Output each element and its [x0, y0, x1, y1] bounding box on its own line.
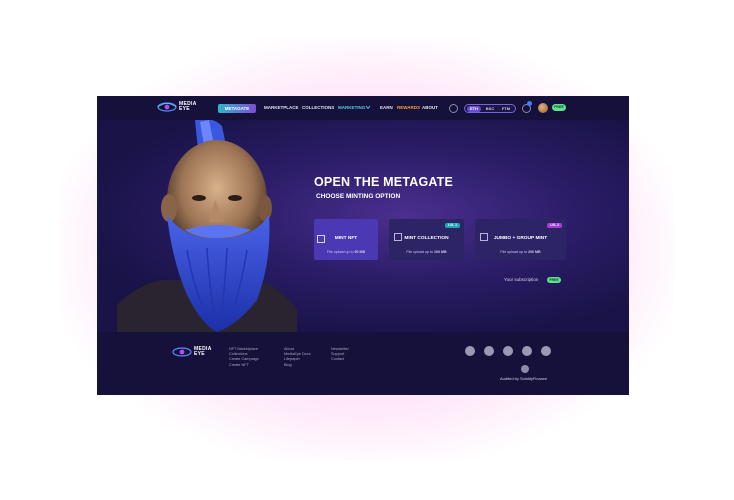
card-subtitle-value: 50 MB: [354, 250, 366, 254]
footer: MEDIA EYE NFT Marketplace Collections Cr…: [97, 332, 629, 395]
eye-logo-icon: [157, 102, 177, 112]
nav-marketing[interactable]: MARKETING: [338, 105, 365, 110]
footer-link[interactable]: Create Campaign: [229, 357, 259, 362]
level-badge: LVL 2: [547, 223, 562, 228]
page-subtitle: CHOOSE MINTING OPTION: [316, 193, 401, 200]
nav-rewards[interactable]: REWARDS: [397, 105, 420, 110]
footer-links-col-3: Newsletter Support Contact: [331, 347, 349, 363]
logo-text: MEDIA EYE: [179, 102, 197, 112]
eye-logo-icon: [172, 347, 192, 357]
logo-text-line-2: EYE: [194, 351, 205, 357]
top-navbar: MEDIA EYE METAGATE MARKETPLACE COLLECTIO…: [97, 96, 629, 120]
solidity-finance-icon: [521, 365, 529, 373]
nav-about[interactable]: ABOUT: [422, 105, 438, 110]
card-subtitle-prefix: File upload up to: [500, 250, 528, 254]
card-title: MINT NFT: [334, 236, 358, 241]
footer-link[interactable]: Contact: [331, 357, 349, 362]
chain-switcher: ETH BSC FTM: [464, 104, 516, 113]
card-subtitle-value: 200 MB: [527, 250, 541, 254]
nav-earn[interactable]: EARN: [380, 105, 393, 110]
subscription-badge: FREE: [547, 277, 561, 283]
footer-link[interactable]: Blog: [284, 363, 311, 368]
audited-by-text[interactable]: Audited by SolidityFinance: [500, 376, 547, 381]
subscription-label: Your subscription: [504, 277, 539, 282]
card-title: JUMBO + GROUP MINT: [493, 236, 548, 241]
chain-bsc[interactable]: BSC: [483, 106, 497, 112]
level-badge: LVL 1: [445, 223, 460, 228]
avatar[interactable]: [538, 103, 548, 113]
nav-collections[interactable]: COLLECTIONS: [302, 105, 334, 110]
card-title: MINT COLLECTION: [404, 236, 449, 241]
card-subtitle-value: 100 MB: [433, 250, 447, 254]
search-icon[interactable]: [449, 104, 458, 113]
twitter-icon[interactable]: [484, 346, 494, 356]
footer-logo[interactable]: MEDIA EYE: [172, 347, 212, 357]
footer-links-col-2: About MediaEye Docs Litepaper Blog: [284, 347, 311, 368]
logo-text: MEDIA EYE: [194, 347, 212, 357]
card-subtitle-prefix: File upload up to: [406, 250, 434, 254]
instagram-icon[interactable]: [522, 346, 532, 356]
logo[interactable]: MEDIA EYE: [157, 102, 197, 112]
chain-ftm[interactable]: FTM: [499, 106, 513, 112]
card-subtitle: File upload up to 50 MB: [314, 250, 378, 254]
notification-dot: [527, 101, 532, 106]
card-subtitle: File upload up to 100 MB: [389, 250, 464, 254]
mint-collection-card[interactable]: LVL 1 MINT COLLECTION File upload up to …: [389, 219, 464, 260]
plan-badge: FREE: [552, 104, 566, 111]
chain-eth[interactable]: ETH: [467, 106, 481, 112]
footer-links-col-1: NFT Marketplace Collections Create Campa…: [229, 347, 259, 368]
mint-nft-card[interactable]: MINT NFT File upload up to 50 MB: [314, 219, 378, 260]
jumbo-group-mint-card[interactable]: LVL 2 JUMBO + GROUP MINT File upload up …: [475, 219, 566, 260]
telegram-icon[interactable]: [465, 346, 475, 356]
page-title: OPEN THE METAGATE: [314, 175, 454, 189]
metagate-button[interactable]: METAGATE: [218, 104, 256, 113]
logo-text-line-2: EYE: [179, 106, 190, 112]
footer-link[interactable]: Create NFT: [229, 363, 259, 368]
app-window: MEDIA EYE METAGATE MARKETPLACE COLLECTIO…: [97, 96, 629, 395]
discord-icon[interactable]: [503, 346, 513, 356]
nav-marketplace[interactable]: MARKETPLACE: [264, 105, 299, 110]
bearded-man-portrait-image: [117, 120, 297, 332]
hero-section: OPEN THE METAGATE CHOOSE MINTING OPTION …: [97, 120, 629, 332]
card-subtitle: File upload up to 200 MB: [475, 250, 566, 254]
card-subtitle-prefix: File upload up to: [326, 250, 355, 254]
chevron-down-icon[interactable]: [365, 105, 371, 110]
medium-icon[interactable]: [541, 346, 551, 356]
